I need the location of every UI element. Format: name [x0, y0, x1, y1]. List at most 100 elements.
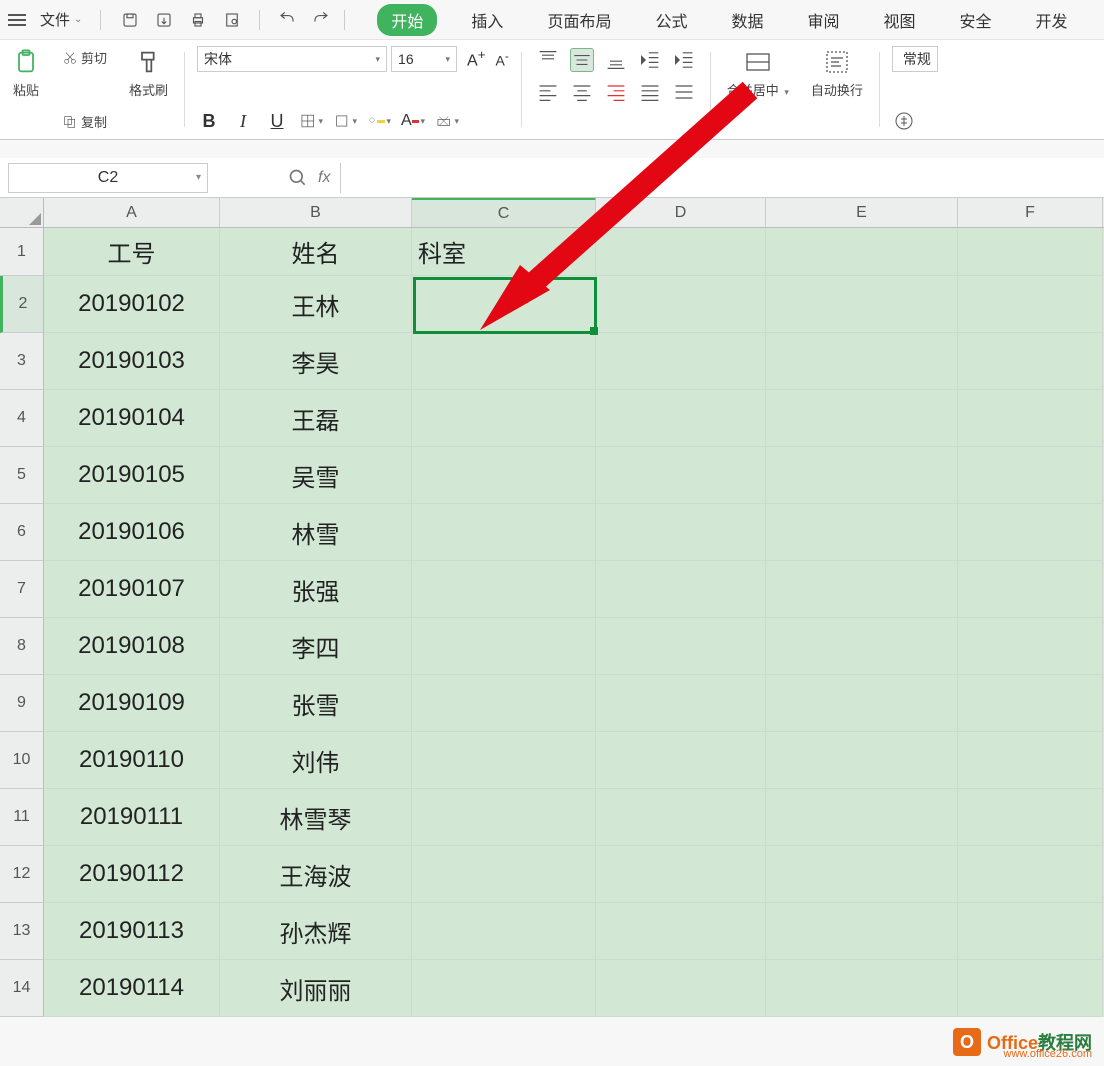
align-middle-icon[interactable] — [570, 48, 594, 72]
cell[interactable] — [596, 390, 766, 447]
cell[interactable]: 20190106 — [44, 504, 220, 561]
cell[interactable] — [596, 960, 766, 1017]
format-painter-button[interactable]: 格式刷 — [125, 46, 172, 101]
col-header-B[interactable]: B — [220, 198, 412, 227]
zoom-icon[interactable] — [288, 168, 308, 188]
cell[interactable] — [766, 846, 958, 903]
cell[interactable]: 张雪 — [220, 675, 412, 732]
borders-button[interactable]: ▾ — [299, 109, 323, 133]
row-header[interactable]: 13 — [0, 903, 44, 960]
cell[interactable] — [596, 789, 766, 846]
cell[interactable]: 科室 — [412, 228, 596, 276]
fill-border-button[interactable]: ▾ — [333, 109, 357, 133]
save-icon[interactable] — [119, 9, 141, 31]
cell[interactable] — [412, 960, 596, 1017]
cell[interactable]: 20190110 — [44, 732, 220, 789]
cell[interactable] — [412, 732, 596, 789]
increase-indent-icon[interactable] — [672, 48, 696, 72]
tab-security[interactable]: 安全 — [950, 4, 1002, 36]
cell[interactable]: 20190108 — [44, 618, 220, 675]
font-size-select[interactable]: 16▾ — [391, 46, 457, 72]
cell[interactable] — [766, 447, 958, 504]
cell[interactable] — [412, 789, 596, 846]
row-header[interactable]: 11 — [0, 789, 44, 846]
cell[interactable]: 王海波 — [220, 846, 412, 903]
cell[interactable]: 20190107 — [44, 561, 220, 618]
cell[interactable] — [596, 618, 766, 675]
cell[interactable] — [596, 276, 766, 333]
fx-icon[interactable]: fx — [318, 169, 330, 187]
cell[interactable] — [766, 504, 958, 561]
cell[interactable] — [412, 561, 596, 618]
cell[interactable] — [766, 561, 958, 618]
increase-font-icon[interactable]: A+ — [467, 47, 485, 70]
cell[interactable]: 林雪琴 — [220, 789, 412, 846]
merge-center-button[interactable]: 合并居中 ▾ — [723, 46, 793, 101]
cell[interactable]: 20190112 — [44, 846, 220, 903]
cell[interactable] — [958, 675, 1103, 732]
tab-review[interactable]: 审阅 — [797, 4, 849, 36]
align-top-icon[interactable] — [536, 48, 560, 72]
distribute-icon[interactable] — [672, 80, 696, 104]
print-icon[interactable] — [187, 9, 209, 31]
align-bottom-icon[interactable] — [604, 48, 628, 72]
cell[interactable] — [596, 333, 766, 390]
cell[interactable] — [958, 732, 1103, 789]
tab-developer[interactable]: 开发 — [1026, 4, 1078, 36]
col-header-C[interactable]: C — [412, 198, 596, 227]
save-as-icon[interactable] — [153, 9, 175, 31]
cell[interactable] — [958, 846, 1103, 903]
cell[interactable]: 刘丽丽 — [220, 960, 412, 1017]
underline-button[interactable]: U — [265, 109, 289, 133]
paste-button[interactable]: 粘贴 — [8, 46, 44, 101]
row-header[interactable]: 4 — [0, 390, 44, 447]
bold-button[interactable]: B — [197, 109, 221, 133]
cell[interactable] — [958, 789, 1103, 846]
file-menu[interactable]: 文件 ⌄ — [34, 5, 88, 34]
cell[interactable]: 王林 — [220, 276, 412, 333]
cell[interactable]: 20190105 — [44, 447, 220, 504]
cell[interactable]: 吴雪 — [220, 447, 412, 504]
font-color-button[interactable]: A▾ — [401, 109, 425, 133]
align-center-icon[interactable] — [570, 80, 594, 104]
cell[interactable] — [766, 390, 958, 447]
cell[interactable] — [596, 447, 766, 504]
cell[interactable] — [958, 390, 1103, 447]
decrease-indent-icon[interactable] — [638, 48, 662, 72]
cell[interactable] — [412, 846, 596, 903]
cell[interactable]: 刘伟 — [220, 732, 412, 789]
decrease-font-icon[interactable]: A- — [496, 50, 509, 69]
tab-page-layout[interactable]: 页面布局 — [537, 4, 621, 36]
wrap-text-button[interactable]: 自动换行 — [807, 46, 867, 101]
cell[interactable] — [412, 447, 596, 504]
cell[interactable]: 姓名 — [220, 228, 412, 276]
hamburger-icon[interactable] — [8, 14, 26, 26]
cell[interactable] — [958, 504, 1103, 561]
cell[interactable] — [958, 561, 1103, 618]
row-header[interactable]: 3 — [0, 333, 44, 390]
align-right-icon[interactable] — [604, 80, 628, 104]
currency-icon[interactable] — [892, 109, 916, 133]
italic-button[interactable]: I — [231, 109, 255, 133]
tab-insert[interactable]: 插入 — [461, 4, 513, 36]
col-header-D[interactable]: D — [596, 198, 766, 227]
tab-data[interactable]: 数据 — [721, 4, 773, 36]
copy-button[interactable]: 复制 — [58, 110, 111, 133]
cell[interactable] — [412, 333, 596, 390]
cell[interactable] — [412, 390, 596, 447]
row-header[interactable]: 5 — [0, 447, 44, 504]
cell[interactable]: 张强 — [220, 561, 412, 618]
redo-icon[interactable] — [310, 9, 332, 31]
cell[interactable]: 20190111 — [44, 789, 220, 846]
cell[interactable]: 工号 — [44, 228, 220, 276]
cell[interactable] — [766, 732, 958, 789]
clear-format-button[interactable]: ▾ — [435, 109, 459, 133]
cell[interactable] — [766, 789, 958, 846]
cell[interactable]: 孙杰辉 — [220, 903, 412, 960]
cell[interactable] — [596, 903, 766, 960]
cell[interactable]: 20190104 — [44, 390, 220, 447]
cell[interactable] — [412, 675, 596, 732]
number-format-select[interactable]: 常规 — [892, 46, 938, 72]
row-header[interactable]: 14 — [0, 960, 44, 1017]
row-header[interactable]: 12 — [0, 846, 44, 903]
